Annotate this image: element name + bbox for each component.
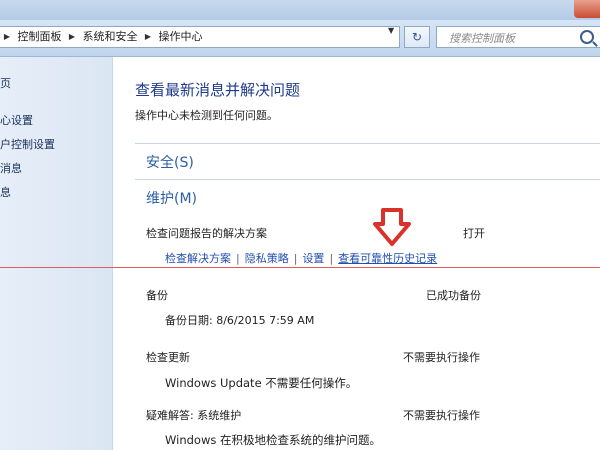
- close-button[interactable]: [574, 0, 600, 18]
- troubleshooting-label: 疑难解答: 系统维护: [146, 409, 242, 422]
- address-bar[interactable]: ▶ 控制面板 ▶ 系统和安全 ▶ 操作中心: [0, 26, 400, 48]
- page-subtitle: 操作中心未检测到任何问题。: [135, 109, 278, 122]
- page-title: 查看最新消息并解决问题: [135, 81, 301, 99]
- window-title-bar: [0, 0, 600, 20]
- breadcrumb-control-panel[interactable]: 控制面板: [18, 27, 62, 47]
- check-solutions-link[interactable]: 检查解决方案: [165, 252, 231, 265]
- divider: [135, 143, 600, 144]
- privacy-policy-link[interactable]: 隐私策略: [245, 252, 289, 265]
- chevron-right-icon[interactable]: ▶: [0, 27, 14, 47]
- problem-reports-status: 打开: [463, 227, 485, 240]
- updates-status: 不需要执行操作: [403, 351, 480, 364]
- search-input[interactable]: [447, 28, 581, 49]
- problem-reports-label: 检查问题报告的解决方案: [146, 227, 267, 240]
- settings-link[interactable]: 设置: [302, 252, 324, 265]
- nav-item-uac-settings[interactable]: 户控制设置: [0, 136, 55, 152]
- backup-label: 备份: [146, 289, 168, 302]
- troubleshooting-detail: Windows 在积极地检查系统的维护问题。: [165, 433, 381, 447]
- updates-detail: Windows Update 不需要任何操作。: [165, 376, 358, 390]
- chevron-right-icon[interactable]: ▶: [141, 27, 155, 47]
- view-reliability-history-link[interactable]: 查看可靠性历史记录: [338, 252, 437, 265]
- nav-item-archived-messages[interactable]: 消息: [0, 160, 22, 176]
- search-box[interactable]: [436, 26, 600, 49]
- nav-item-action-center-settings[interactable]: 心设置: [0, 112, 33, 128]
- left-nav-pane: 页 心设置 户控制设置 消息 息: [0, 57, 113, 450]
- breadcrumb-action-center[interactable]: 操作中心: [159, 27, 203, 47]
- problem-reports-links: 检查解决方案 | 隐私策略 | 设置 | 查看可靠性历史记录: [165, 250, 437, 266]
- divider: [135, 179, 600, 180]
- address-bar-row: ▶ 控制面板 ▶ 系统和安全 ▶ 操作中心 ▼ ↻: [0, 20, 600, 57]
- red-arrow-down-icon: [373, 208, 411, 246]
- backup-status: 已成功备份: [426, 289, 481, 302]
- nav-item-performance-info[interactable]: 息: [0, 184, 11, 200]
- troubleshooting-status: 不需要执行操作: [403, 409, 480, 422]
- link-separator: |: [293, 252, 298, 265]
- link-separator: |: [329, 252, 334, 265]
- section-security-header[interactable]: 安全(S): [146, 152, 194, 172]
- search-icon[interactable]: [580, 30, 594, 44]
- refresh-button[interactable]: ↻: [404, 26, 430, 48]
- chevron-right-icon[interactable]: ▶: [65, 27, 79, 47]
- chevron-down-icon[interactable]: ▼: [388, 26, 394, 35]
- refresh-icon: ↻: [411, 30, 423, 44]
- breadcrumb-system-security[interactable]: 系统和安全: [83, 27, 138, 47]
- main-content: 查看最新消息并解决问题 操作中心未检测到任何问题。 安全(S) 维护(M) 检查…: [113, 57, 600, 450]
- nav-item-home[interactable]: 页: [0, 75, 11, 91]
- section-maintenance-header[interactable]: 维护(M): [146, 188, 197, 208]
- backup-detail: 备份日期: 8/6/2015 7:59 AM: [165, 314, 315, 327]
- highlight-line: [0, 267, 600, 268]
- link-separator: |: [236, 252, 240, 265]
- updates-label: 检查更新: [146, 351, 190, 364]
